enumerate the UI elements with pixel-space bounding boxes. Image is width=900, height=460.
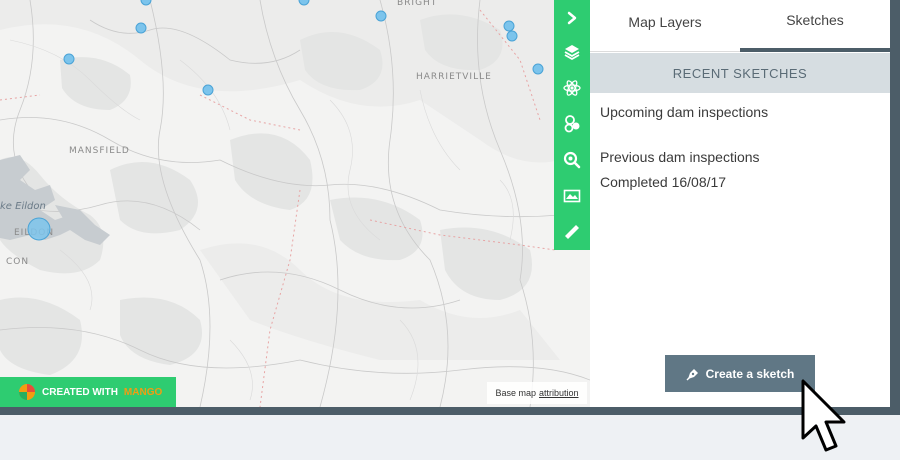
device-frame: BRIGHT HARRIETVILLE MANSFIELD EILDON CON… <box>0 0 900 415</box>
map-marker <box>503 20 515 32</box>
mango-logo-icon <box>19 384 35 400</box>
attribution-prefix: Base map <box>495 388 536 398</box>
zoom-in-icon <box>563 151 581 169</box>
chevron-right-icon <box>567 11 577 25</box>
map-marker <box>63 53 75 65</box>
create-sketch-label: Create a sketch <box>705 366 795 381</box>
map-marker <box>375 10 387 22</box>
app-screen: BRIGHT HARRIETVILLE MANSFIELD EILDON CON… <box>0 0 890 407</box>
toolbar-collapse-button[interactable] <box>554 0 590 36</box>
map-marker <box>140 0 152 6</box>
map-marker <box>506 30 518 42</box>
tab-sketches[interactable]: Sketches <box>740 0 890 52</box>
toolbar-atom-button[interactable] <box>554 70 590 106</box>
toolbar-map-image-button[interactable] <box>554 178 590 214</box>
create-sketch-button[interactable]: Create a sketch <box>665 355 815 392</box>
map-marker <box>298 0 310 6</box>
attribution-link[interactable]: attribution <box>539 388 579 398</box>
map-view[interactable]: BRIGHT HARRIETVILLE MANSFIELD EILDON CON… <box>0 0 590 407</box>
recent-sketches-header: RECENT SKETCHES <box>590 53 890 93</box>
layers-icon <box>564 45 580 61</box>
toolbar-zoom-button[interactable] <box>554 142 590 178</box>
map-marker-large <box>27 217 51 241</box>
base-map-attribution[interactable]: Base map attribution <box>487 382 587 404</box>
atom-icon <box>563 80 581 96</box>
tab-map-layers[interactable]: Map Layers <box>590 0 740 52</box>
map-image-icon <box>563 189 581 203</box>
ruler-icon <box>565 225 579 239</box>
toolbar-measure-button[interactable] <box>554 214 590 250</box>
sketch-item-previous[interactable]: Previous dam inspections <box>600 149 760 165</box>
created-with-mango-badge[interactable]: CREATED WITH MANGO <box>0 377 176 407</box>
map-toolbar <box>554 0 590 250</box>
circles-icon <box>564 115 580 133</box>
credit-brand: MANGO <box>123 386 163 398</box>
toolbar-circles-button[interactable] <box>554 106 590 142</box>
panel-tabs: Map Layers Sketches <box>590 0 890 52</box>
map-marker <box>532 63 544 75</box>
sketch-item-upcoming[interactable]: Upcoming dam inspections <box>600 104 768 120</box>
credit-prefix: CREATED WITH <box>42 386 118 398</box>
pen-nib-icon <box>686 368 698 380</box>
map-markers <box>27 0 544 241</box>
map-marker <box>202 84 214 96</box>
map-marker <box>135 22 147 34</box>
toolbar-layers-button[interactable] <box>554 34 590 70</box>
sketch-item-previous-subtitle: Completed 16/08/17 <box>600 174 727 190</box>
mouse-pointer-icon <box>801 379 846 452</box>
side-panel: Map Layers Sketches RECENT SKETCHES Upco… <box>590 0 890 407</box>
